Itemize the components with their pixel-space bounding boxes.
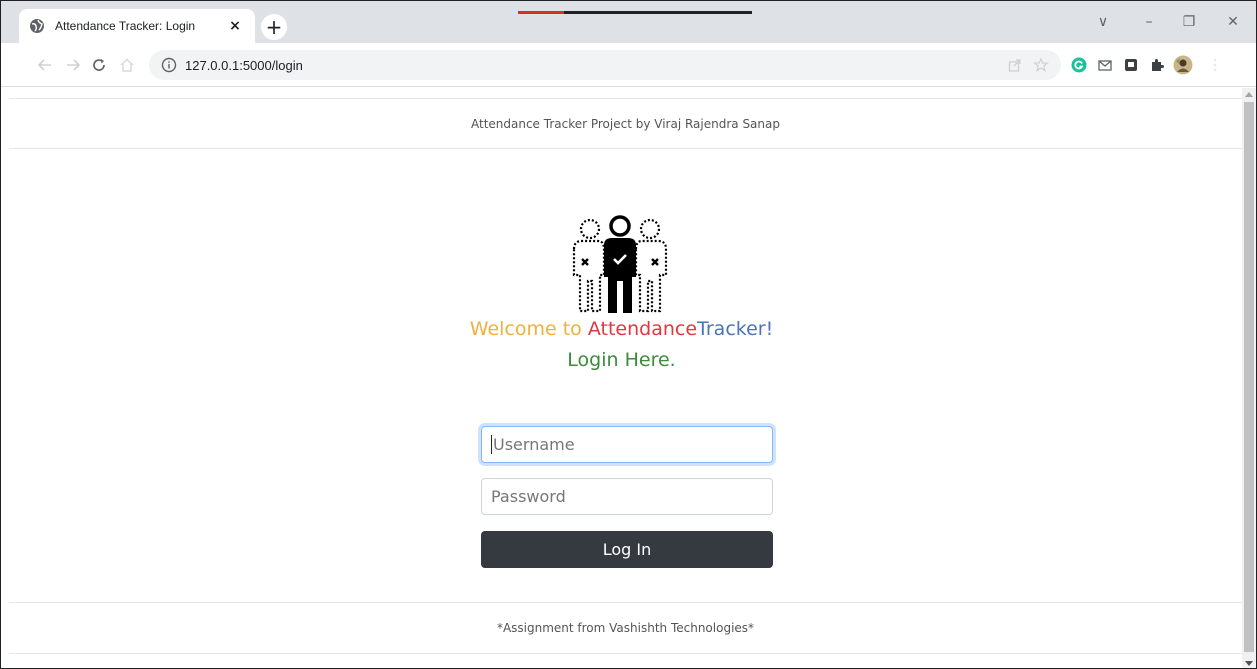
page-header: Attendance Tracker Project by Viraj Raje… (9, 98, 1242, 149)
address-bar[interactable]: 127.0.0.1:5000/login (149, 50, 1061, 80)
text-caret (491, 435, 492, 454)
welcome-text-part2: Attendance (587, 318, 698, 340)
profile-avatar-icon[interactable] (1173, 55, 1193, 75)
minimize-icon[interactable]: – (1129, 9, 1169, 35)
menu-kebab-icon[interactable] (1205, 55, 1225, 75)
site-info-icon[interactable] (161, 57, 177, 73)
grammarly-icon[interactable] (1069, 55, 1089, 75)
forward-icon[interactable] (61, 53, 85, 77)
login-button[interactable]: Log In (481, 531, 773, 568)
password-input[interactable]: Password (481, 478, 773, 515)
page-footer: *Assignment from Vashishth Technologies* (9, 602, 1242, 654)
bookmark-star-icon[interactable] (1033, 57, 1049, 73)
back-icon[interactable] (33, 53, 57, 77)
tab-strip: Attendance Tracker: Login × + ∨ – ❐ ✕ (1, 1, 1256, 43)
scroll-thumb[interactable] (1244, 102, 1254, 652)
tab-search-icon[interactable]: ∨ (1083, 9, 1123, 35)
new-tab-button[interactable]: + (261, 14, 287, 40)
password-placeholder: Password (491, 487, 566, 506)
attendance-people-logo (572, 215, 668, 313)
home-icon[interactable] (115, 53, 139, 77)
page-viewport: Attendance Tracker Project by Viraj Raje… (1, 88, 1242, 668)
share-icon[interactable] (1007, 57, 1023, 73)
close-window-icon[interactable]: ✕ (1213, 9, 1253, 35)
tab-title: Attendance Tracker: Login (55, 19, 196, 33)
welcome-text-part1: Welcome to (469, 318, 588, 340)
login-subheading: Login Here. (567, 349, 676, 371)
welcome-heading: Welcome to AttendanceTracker! (1, 318, 1242, 340)
restore-icon[interactable]: ❐ (1169, 9, 1209, 35)
browser-window: Attendance Tracker: Login × + ∨ – ❐ ✕ 12… (0, 0, 1257, 669)
mail-icon[interactable] (1095, 55, 1115, 75)
reload-icon[interactable] (87, 53, 111, 77)
puzzle-icon[interactable] (1147, 55, 1167, 75)
scroll-down-arrow-icon[interactable] (1245, 661, 1253, 666)
tab-close-icon[interactable]: × (225, 16, 245, 36)
browser-tab[interactable]: Attendance Tracker: Login × (19, 9, 255, 43)
recording-indicator (518, 11, 564, 14)
recording-indicator-bar (564, 11, 752, 14)
globe-icon (30, 19, 44, 33)
browser-toolbar: 127.0.0.1:5000/login (1, 43, 1256, 87)
url-text: 127.0.0.1:5000/login (185, 57, 303, 73)
username-placeholder: Username (493, 435, 575, 454)
scroll-up-arrow-icon[interactable] (1245, 92, 1253, 97)
username-input[interactable]: Username (481, 426, 773, 463)
extension-square-icon[interactable] (1121, 55, 1141, 75)
vertical-scrollbar[interactable] (1242, 88, 1256, 668)
welcome-text-part3: Tracker! (697, 318, 774, 340)
